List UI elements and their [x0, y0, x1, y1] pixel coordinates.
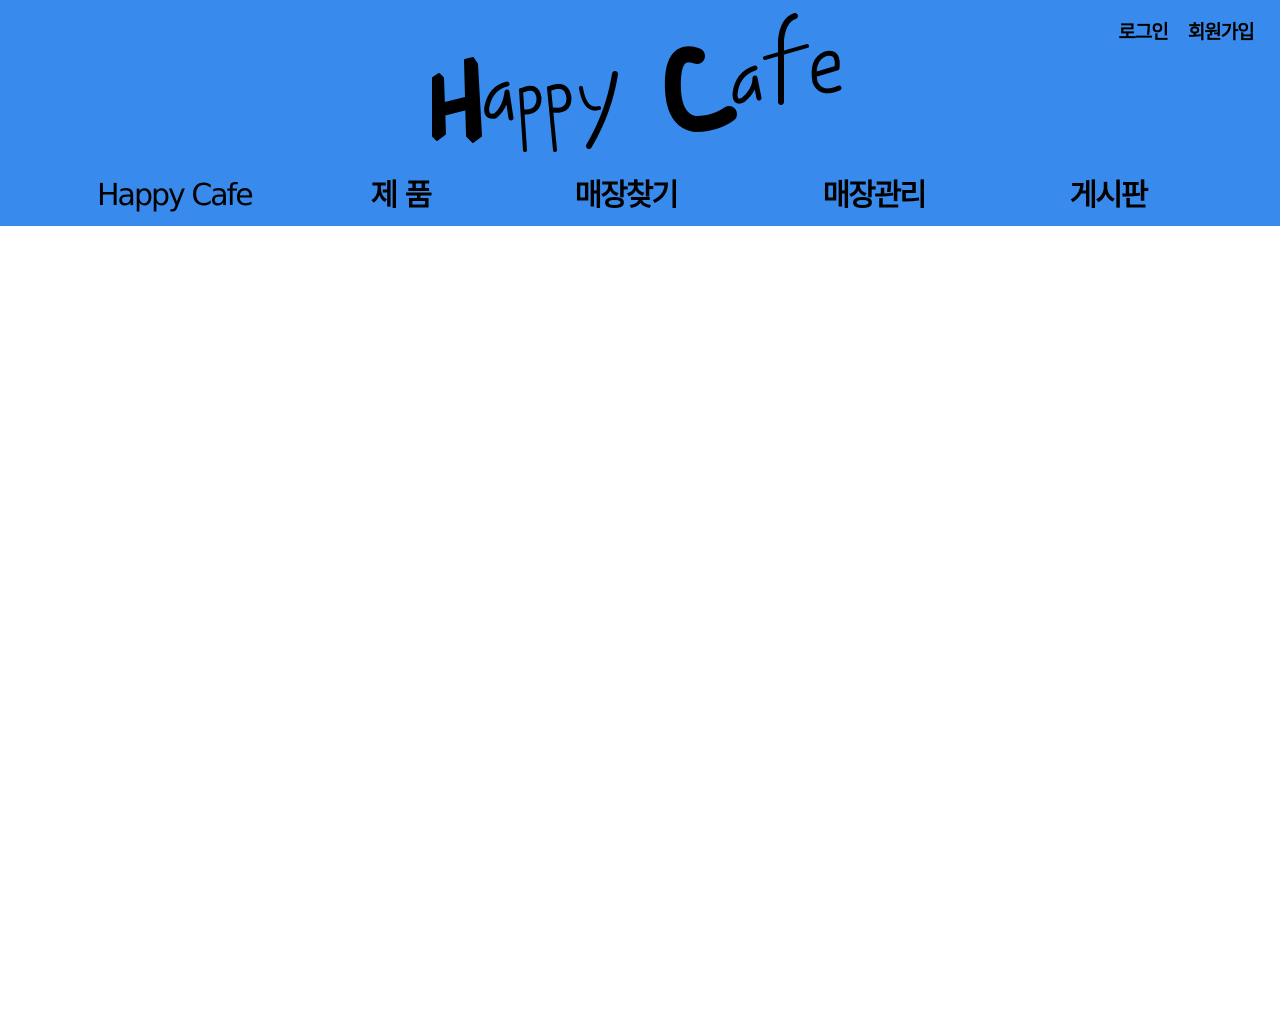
login-link[interactable]: 로그인 — [1119, 17, 1169, 44]
nav-item-store-finder[interactable]: 매장찾기 — [575, 176, 679, 216]
nav-item-board[interactable]: 게시판 — [1070, 176, 1149, 216]
nav-item-happy-cafe[interactable]: Happy Cafe — [97, 176, 254, 216]
nav-item-products[interactable]: 제 품 — [371, 176, 433, 216]
happy-cafe-logo-graphic — [432, 13, 842, 152]
site-logo[interactable] — [425, 8, 855, 160]
signup-link[interactable]: 회원가입 — [1188, 17, 1255, 44]
main-nav: Happy Cafe 제 품 매장찾기 매장관리 게시판 — [0, 176, 1280, 220]
auth-links: 로그인 회원가입 — [1119, 17, 1255, 44]
main-content — [0, 226, 1280, 1024]
site-header: 로그인 회원가입 Happy Cafe 제 품 매장찾기 매장관리 게시판 — [0, 0, 1280, 226]
nav-item-store-management[interactable]: 매장관리 — [823, 176, 927, 216]
